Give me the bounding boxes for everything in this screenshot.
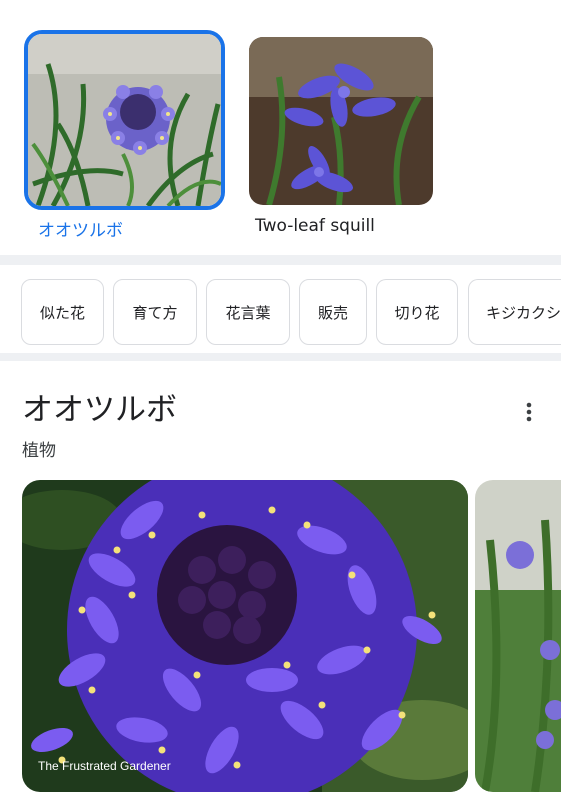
chip-for-sale[interactable]: 販売: [299, 279, 367, 345]
related-label-2[interactable]: Two-leaf squill: [255, 216, 375, 236]
entity-subtitle: 植物: [22, 441, 56, 461]
second-squill-photo: [475, 480, 561, 792]
more-options-button[interactable]: [513, 396, 545, 428]
section-divider-2: [0, 353, 561, 361]
chip-asparagaceae-label: キジカクシ: [486, 303, 561, 322]
photo-credit: The Frustrated Gardener: [38, 759, 171, 773]
chip-similar-flowers[interactable]: 似た花: [21, 279, 104, 345]
related-card-1[interactable]: オオツルボ: [24, 30, 225, 241]
entity-title: オオツルボ: [22, 392, 177, 428]
chip-how-to-grow[interactable]: 育て方: [113, 279, 197, 345]
related-card-2[interactable]: Two-leaf squill: [249, 30, 439, 240]
chip-flower-language[interactable]: 花言葉: [206, 279, 290, 345]
hero-image-2[interactable]: [475, 480, 561, 792]
related-thumb-1[interactable]: [24, 30, 225, 210]
portuguese-squill-image: [28, 34, 221, 206]
section-divider: [0, 255, 561, 265]
chip-cut-flowers[interactable]: 切り花: [376, 279, 458, 345]
hero-image[interactable]: The Frustrated Gardener: [22, 480, 468, 792]
chip-asparagaceae[interactable]: キジカクシ: [468, 279, 561, 345]
more-vert-icon: [526, 402, 532, 422]
related-label-1[interactable]: オオツルボ: [38, 216, 123, 241]
two-leaf-squill-image: [249, 37, 433, 205]
scilla-peruviana-photo: The Frustrated Gardener: [22, 480, 468, 792]
related-thumb-2[interactable]: [249, 37, 433, 205]
